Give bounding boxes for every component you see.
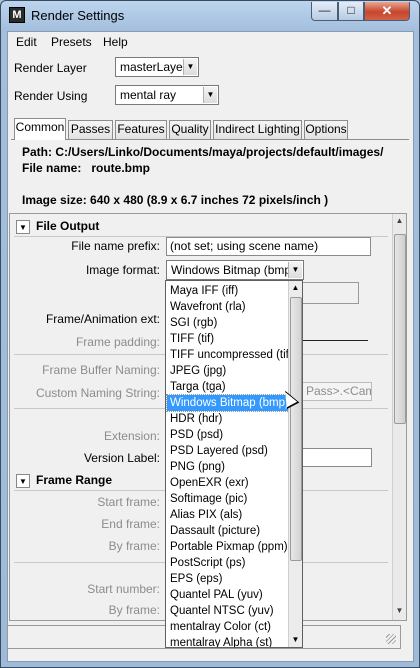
image-format-option[interactable]: TIFF (tif) [167,331,289,347]
image-format-option[interactable]: SGI (rgb) [167,315,289,331]
image-format-option[interactable]: PostScript (ps) [167,555,289,571]
render-using-value: mental ray [120,88,177,102]
version-label-input[interactable] [302,448,372,467]
scroll-up-arrow-icon[interactable]: ▲ [393,216,406,225]
title-bar[interactable]: M Render Settings — □ ✕ [1,1,420,31]
chevron-down-icon: ▼ [183,59,197,75]
tab-passes[interactable]: Passes [68,120,113,139]
by-frame-label-2: By frame: [108,603,160,617]
image-format-option[interactable]: EPS (eps) [167,571,289,587]
tab-features[interactable]: Features [115,120,167,139]
frame-buffer-naming-label: Frame Buffer Naming: [42,363,160,377]
image-format-list[interactable]: Maya IFF (iff) Wavefront (rla) SGI (rgb) TI… [165,280,303,648]
image-format-option[interactable]: OpenEXR (exr) [167,475,289,491]
file-output-title: File Output [36,219,100,233]
collapse-icon[interactable]: ▼ [16,474,30,488]
chevron-down-icon: ▼ [288,262,302,278]
tab-indirect-lighting[interactable]: Indirect Lighting [213,120,302,139]
image-format-option[interactable]: Targa (tga) [167,379,289,395]
image-format-option[interactable]: Alias PIX (als) [167,507,289,523]
list-scrollbar-thumb[interactable] [290,297,302,561]
menu-bar: Edit Presets Help [8,32,413,51]
image-format-option[interactable]: PSD Layered (psd) [167,443,289,459]
image-format-option[interactable]: PNG (png) [167,459,289,475]
scroll-down-arrow-icon[interactable]: ▼ [393,606,406,615]
image-format-value: Windows Bitmap (bmp) [171,263,296,277]
image-format-option[interactable]: HDR (hdr) [167,411,289,427]
frame-padding-label: Frame padding: [75,335,160,349]
image-format-option[interactable]: Windows Bitmap (bmp) [166,394,290,412]
image-format-dropdown[interactable]: Windows Bitmap (bmp) ▼ [166,260,304,280]
start-frame-label: Start frame: [97,495,160,509]
render-layer-value: masterLayer [120,60,187,74]
version-label-label: Version Label: [83,451,160,465]
frame-animation-ext-label: Frame/Animation ext: [45,312,160,326]
frame-range-title: Frame Range [36,473,113,487]
file-output-header[interactable]: ▼ File Output [14,218,392,236]
image-path-text: Path: C:/Users/Linko/Documents/maya/proj… [22,145,384,159]
by-frame-label: By frame: [108,539,160,553]
chevron-down-icon: ▼ [203,87,217,103]
custom-naming-string-input[interactable]: Pass>.<Came [302,382,372,401]
menu-help[interactable]: Help [103,35,128,49]
scroll-up-arrow-icon[interactable]: ▲ [289,283,302,292]
minimize-button[interactable]: — [311,2,338,21]
image-format-list-scrollbar[interactable]: ▲ ▼ [288,281,302,647]
tab-options[interactable]: Options [304,120,348,139]
tab-common[interactable]: Common [14,118,66,140]
frame-button-stub[interactable] [302,282,359,304]
image-format-option[interactable]: Quantel PAL (yuv) [167,587,289,603]
render-using-label: Render Using [14,89,88,103]
frame-padding-slider[interactable] [302,340,368,341]
image-size-text: Image size: 640 x 480 (8.9 x 6.7 inches … [22,193,329,207]
image-format-option[interactable]: Portable Pixmap (ppm) [167,539,289,555]
file-name-prefix-input[interactable]: (not set; using scene name) [166,237,371,256]
image-format-option[interactable]: Softimage (pic) [167,491,289,507]
image-format-option[interactable]: TIFF uncompressed (tif) [167,347,289,363]
image-format-option[interactable]: mentalray Alpha (st) [167,635,289,647]
image-format-option[interactable]: Wavefront (rla) [167,299,289,315]
window-title: Render Settings [31,8,125,23]
menu-presets[interactable]: Presets [51,35,92,49]
image-format-option[interactable]: PSD (psd) [167,427,289,443]
image-format-option[interactable]: mentalray Color (ct) [167,619,289,635]
collapse-icon[interactable]: ▼ [16,220,30,234]
file-name-text: File name: route.bmp [22,161,151,175]
scrollbar-thumb[interactable] [394,234,406,424]
render-settings-window: M Render Settings — □ ✕ Edit Presets Hel… [0,0,420,668]
image-format-option[interactable]: Dassault (picture) [167,523,289,539]
image-format-option[interactable]: Maya IFF (iff) [167,283,289,299]
end-frame-label: End frame: [101,517,160,531]
close-button[interactable]: ✕ [364,2,410,21]
maya-icon: M [9,7,25,23]
extension-label: Extension: [103,429,160,443]
custom-naming-string-label: Custom Naming String: [35,386,160,400]
render-layer-dropdown[interactable]: masterLayer ▼ [115,57,199,77]
image-format-option[interactable]: Quantel NTSC (yuv) [167,603,289,619]
render-layer-label: Render Layer [14,61,87,75]
render-using-dropdown[interactable]: mental ray ▼ [115,85,219,105]
scroll-down-arrow-icon[interactable]: ▼ [289,635,302,644]
file-name-prefix-label: File name prefix: [71,239,160,253]
start-number-label: Start number: [87,582,160,596]
resize-grip-icon[interactable] [386,634,396,644]
maximize-button[interactable]: □ [338,2,364,21]
image-format-option[interactable]: JPEG (jpg) [167,363,289,379]
settings-scrollbar[interactable]: ▲ ▼ [392,214,406,620]
menu-edit[interactable]: Edit [16,35,37,49]
image-format-label: Image format: [85,263,160,277]
tab-quality[interactable]: Quality [169,120,211,139]
